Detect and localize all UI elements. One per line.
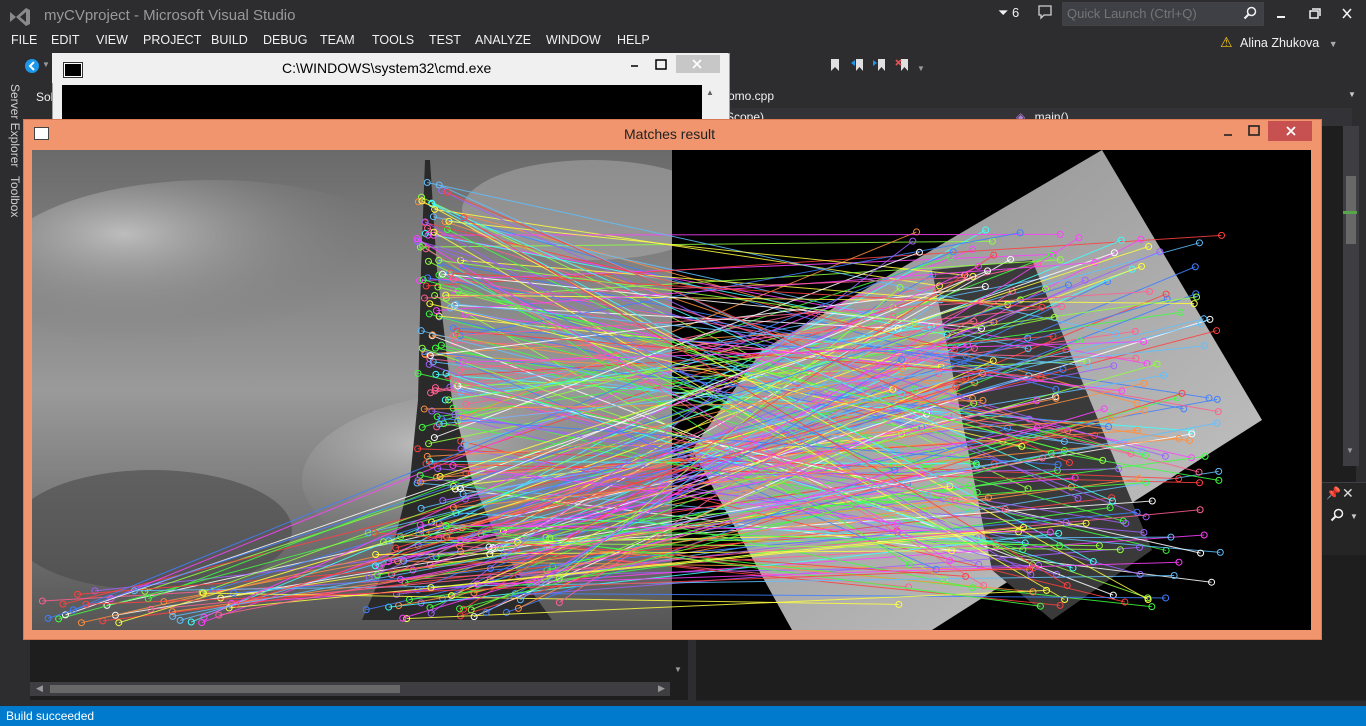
editor-scroll-thumb[interactable] [1346, 176, 1356, 244]
menu-analyze[interactable]: ANALYZE [475, 33, 531, 47]
menu-tools[interactable]: TOOLS [372, 33, 414, 47]
cmd-icon [63, 62, 83, 78]
menu-edit[interactable]: EDIT [51, 33, 79, 47]
editor-tab-strip [722, 86, 1366, 106]
pin-icon[interactable]: 📌 [1326, 486, 1341, 500]
next-bookmark-icon[interactable] [872, 58, 888, 72]
warning-icon: ⚠ [1220, 34, 1233, 50]
output-scroll-down[interactable]: ▼ [674, 665, 682, 674]
matches-window-icon [34, 127, 49, 140]
toolbox-tab[interactable]: Toolbox [8, 176, 22, 217]
scroll-left-arrow[interactable]: ◀ [36, 683, 43, 694]
prev-bookmark-icon[interactable] [850, 58, 866, 72]
cmd-minimize-button[interactable] [626, 58, 644, 72]
user-account[interactable]: ⚠ Alina Zhukova ▼ [1220, 34, 1338, 51]
chevron-down-icon: ▼ [1328, 39, 1338, 49]
panel-close-icon[interactable]: ✕ [1342, 485, 1354, 502]
menu-window[interactable]: WINDOW [546, 33, 601, 47]
matches-minimize-button[interactable] [1220, 126, 1236, 140]
notifications-button[interactable]: ⏷ 6 [998, 5, 1019, 21]
search-icon[interactable] [1243, 6, 1257, 20]
matches-maximize-button[interactable] [1246, 124, 1262, 138]
cmd-close-icon [692, 59, 702, 69]
status-text: Build succeeded [6, 709, 95, 723]
matches-image [32, 150, 1311, 630]
menu-team[interactable]: TEAM [320, 33, 355, 47]
menu-debug[interactable]: DEBUG [263, 33, 307, 47]
minimize-button[interactable] [1270, 5, 1292, 23]
status-bar [0, 706, 1366, 726]
menu-project[interactable]: PROJECT [143, 33, 201, 47]
restore-button[interactable] [1304, 5, 1326, 23]
bookmark-icon[interactable] [828, 58, 842, 72]
toolbar-overflow-icon[interactable]: ▼ [917, 64, 925, 73]
back-dropdown-icon[interactable]: ▼ [42, 60, 50, 69]
back-icon[interactable] [24, 58, 40, 74]
tab-dropdown-icon[interactable]: ▼ [1348, 90, 1356, 99]
clear-bookmarks-icon[interactable] [895, 58, 911, 72]
menu-file[interactable]: FILE [11, 33, 37, 47]
menu-bar [0, 32, 1366, 52]
cmd-title: C:\WINDOWS\system32\cmd.exe [282, 60, 492, 76]
notification-count: 6 [1012, 5, 1020, 20]
menu-help[interactable]: HELP [617, 33, 650, 47]
scroll-right-arrow[interactable]: ▶ [658, 683, 665, 694]
horizontal-scroll-thumb[interactable] [50, 685, 400, 693]
quick-launch-input[interactable] [1063, 3, 1241, 24]
change-marker [1343, 211, 1357, 214]
cmd-scroll-up[interactable]: ▲ [706, 88, 714, 97]
server-explorer-tab[interactable]: Server Explorer [8, 84, 22, 167]
editor-tab-label[interactable]: omo.cpp [728, 89, 774, 103]
matches-title: Matches result [624, 126, 716, 142]
speech-bubble-icon[interactable] [1037, 4, 1053, 20]
menu-build[interactable]: BUILD [211, 33, 248, 47]
close-button[interactable] [1336, 5, 1358, 23]
scroll-down-arrow[interactable]: ▼ [1346, 446, 1354, 455]
quick-launch-box[interactable] [1062, 2, 1264, 26]
panel-search-icon[interactable] [1330, 508, 1344, 522]
match-line [428, 233, 1061, 236]
matches-close-icon [1286, 126, 1296, 136]
feature-matches-visualization [32, 150, 1311, 630]
visual-studio-logo [10, 8, 30, 26]
menu-test[interactable]: TEST [429, 33, 461, 47]
solution-explorer-tab[interactable]: Sol [36, 90, 53, 104]
user-name: Alina Zhukova [1240, 36, 1320, 50]
window-title: myCVproject - Microsoft Visual Studio [44, 7, 296, 24]
cmd-maximize-button[interactable] [652, 58, 670, 72]
flag-icon: ⏷ [998, 5, 1009, 20]
panel-search-dropdown-icon[interactable]: ▼ [1350, 512, 1358, 521]
menu-view[interactable]: VIEW [96, 33, 128, 47]
